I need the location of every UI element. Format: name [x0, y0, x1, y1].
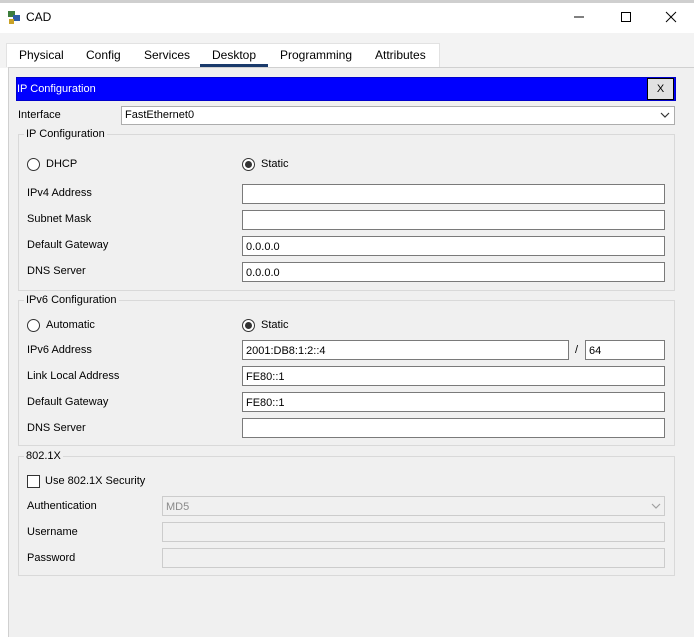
ipv4-dns-server-label: DNS Server	[27, 265, 86, 277]
ipv4-group-title: IP Configuration	[24, 128, 107, 140]
password-input[interactable]	[162, 548, 665, 568]
tab-programming[interactable]: Programming	[280, 48, 352, 64]
radio-selected-dot	[245, 322, 252, 329]
tab-desktop[interactable]: Desktop	[212, 48, 256, 64]
maximize-icon	[621, 11, 631, 22]
prefix-length-input[interactable]: 64	[585, 340, 665, 360]
ipv4-default-gateway-input[interactable]: 0.0.0.0	[242, 236, 665, 256]
window-title: CAD	[26, 10, 52, 24]
ipv6-dns-server-input[interactable]	[242, 418, 665, 438]
tab-services[interactable]: Services	[144, 48, 190, 64]
ipv6-default-gateway-value: FE80::1	[246, 397, 285, 409]
chevron-down-icon	[650, 500, 662, 512]
authentication-select[interactable]: MD5	[162, 496, 665, 516]
link-local-address-label: Link Local Address	[27, 370, 120, 382]
close-icon	[665, 11, 677, 22]
dhcp-radio[interactable]	[27, 158, 40, 171]
username-label: Username	[27, 526, 78, 538]
minimize-button[interactable]	[556, 0, 602, 33]
interface-selected-value: FastEthernet0	[125, 109, 195, 121]
ipv4-dns-server-value: 0.0.0.0	[246, 267, 280, 279]
cisco-device-icon	[6, 9, 22, 25]
prefix-length-value: 64	[589, 345, 602, 357]
subnet-mask-input[interactable]	[242, 210, 665, 230]
maximize-button[interactable]	[603, 0, 649, 33]
ipv6-default-gateway-label: Default Gateway	[27, 396, 109, 408]
radio-selected-dot	[245, 161, 252, 168]
tab-config[interactable]: Config	[86, 48, 121, 64]
dot1x-group-title: 802.1X	[24, 450, 63, 462]
ipv6-address-label: IPv6 Address	[27, 344, 92, 356]
interface-select[interactable]	[121, 106, 675, 125]
use-8021x-security-label: Use 802.1X Security	[45, 475, 146, 487]
subnet-mask-label: Subnet Mask	[27, 213, 92, 225]
close-window-button[interactable]	[648, 0, 694, 33]
ipv4-dns-server-input[interactable]: 0.0.0.0	[242, 262, 665, 282]
password-label: Password	[27, 552, 76, 564]
panel-title: IP Configuration	[17, 83, 96, 95]
ipv6-default-gateway-input[interactable]: FE80::1	[242, 392, 665, 412]
use-8021x-security-checkbox[interactable]	[27, 475, 40, 488]
ipv4-default-gateway-value: 0.0.0.0	[246, 241, 280, 253]
ipv4-address-label: IPv4 Address	[27, 187, 92, 199]
ipv6-automatic-label: Automatic	[46, 319, 95, 331]
authentication-value: MD5	[166, 501, 190, 513]
ipv6-group-title: IPv6 Configuration	[24, 294, 119, 306]
interface-label: Interface	[18, 109, 61, 121]
tab-attributes[interactable]: Attributes	[375, 48, 426, 64]
ipv6-address-value: 2001:DB8:1:2::4	[246, 345, 326, 357]
ipv4-static-radio[interactable]	[242, 158, 255, 171]
chevron-down-icon	[659, 109, 671, 121]
ipv6-static-label: Static	[261, 319, 289, 331]
link-local-address-input[interactable]: FE80::1	[242, 366, 665, 386]
link-local-address-value: FE80::1	[246, 371, 285, 383]
minimize-icon	[574, 16, 584, 17]
ipv6-static-radio[interactable]	[242, 319, 255, 332]
ipv6-address-input[interactable]: 2001:DB8:1:2::4	[242, 340, 569, 360]
ipv6-automatic-radio[interactable]	[27, 319, 40, 332]
close-panel-button[interactable]: X	[647, 78, 674, 100]
username-input[interactable]	[162, 522, 665, 542]
tab-physical[interactable]: Physical	[19, 48, 64, 64]
ip-configuration-header	[16, 77, 676, 101]
dhcp-label: DHCP	[46, 158, 78, 170]
ipv4-static-label: Static	[261, 158, 289, 170]
prefix-separator: /	[575, 344, 579, 356]
ipv6-dns-server-label: DNS Server	[27, 422, 86, 434]
ipv4-address-input[interactable]	[242, 184, 665, 204]
authentication-label: Authentication	[27, 500, 97, 512]
ipv4-default-gateway-label: Default Gateway	[27, 239, 109, 251]
